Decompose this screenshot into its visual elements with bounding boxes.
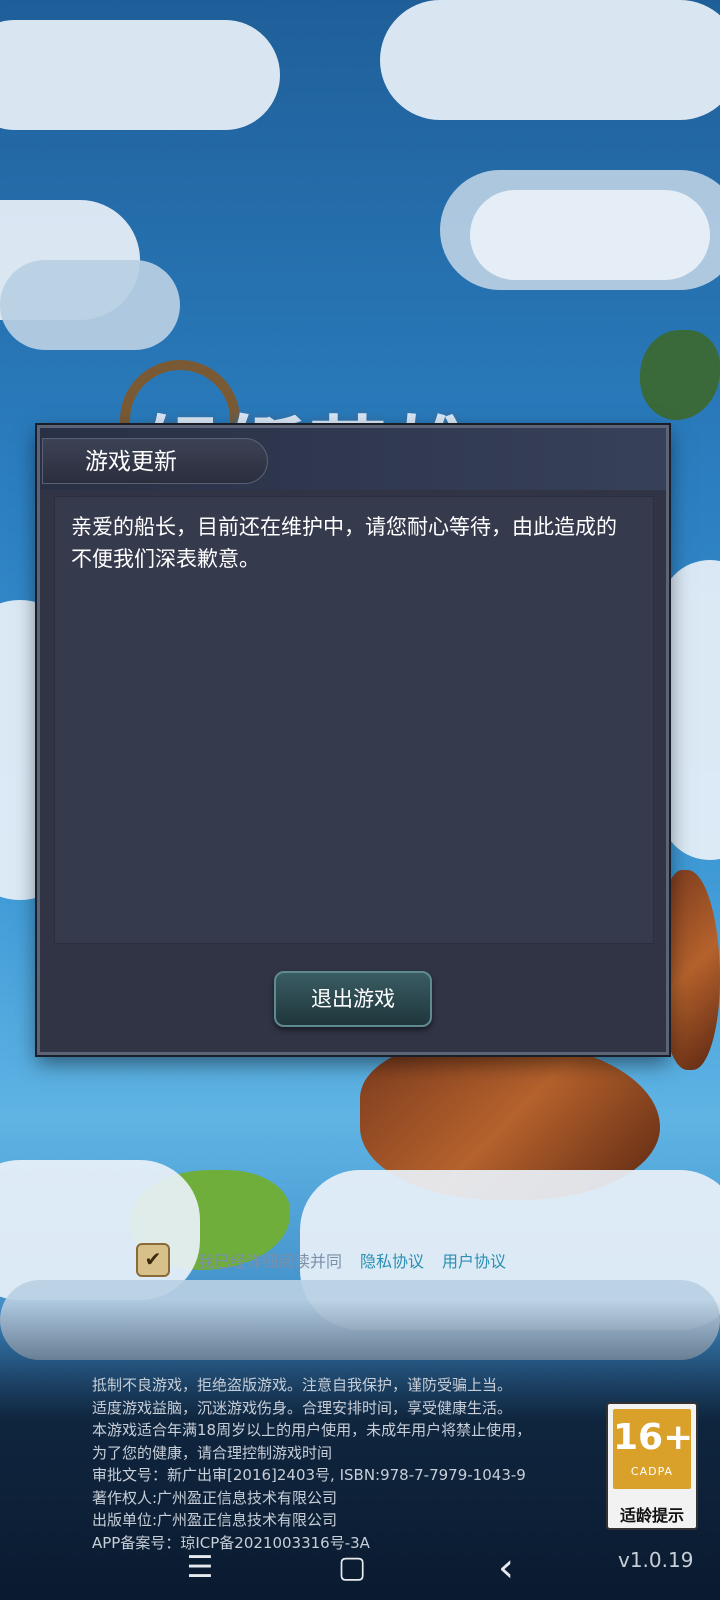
home-icon[interactable]: ▢ bbox=[332, 1548, 372, 1588]
footer-line: 审批文号：新广出审[2016]2403号, ISBN:978-7-7979-10… bbox=[92, 1466, 526, 1484]
dialog-body: 亲爱的船长，目前还在维护中，请您耐心等待，由此造成的不便我们深表歉意。 bbox=[54, 496, 654, 944]
footer-line: 本游戏适合年满18周岁以上的用户使用，未成年用户将禁止使用， bbox=[92, 1421, 532, 1439]
exit-game-button[interactable]: 退出游戏 bbox=[274, 971, 432, 1027]
age-rating-badge: 16+ CADPA 适龄提示 bbox=[606, 1402, 698, 1530]
agreement-row: ✔ 我已经详细阅读并同 隐私协议 用户协议 bbox=[136, 1240, 506, 1280]
age-rating-org: CADPA bbox=[630, 1465, 674, 1478]
footer-line: 为了您的健康，请合理控制游戏时间 bbox=[92, 1443, 333, 1462]
footer-line: 抵制不良游戏，拒绝盗版游戏。注意自我保护，谨防受骗上当。 bbox=[92, 1376, 513, 1394]
footer-line: 出版单位:广州盈正信息技术有限公司 bbox=[92, 1511, 338, 1529]
dialog-title: 游戏更新 bbox=[42, 438, 268, 484]
age-rating-number: 16+ bbox=[613, 1417, 694, 1458]
age-rating-panel: 16+ CADPA bbox=[613, 1409, 694, 1489]
footer-legal-text: 抵制不良游戏，拒绝盗版游戏。注意自我保护，谨防受骗上当。 适度游戏益脑，沉迷游戏… bbox=[92, 1374, 612, 1554]
footer-line: 著作权人:广州盈正信息技术有限公司 bbox=[92, 1488, 338, 1507]
age-rating-caption: 适龄提示 bbox=[619, 1506, 684, 1525]
agreement-text: 我已经详细阅读并同 bbox=[198, 1252, 343, 1271]
dialog-message: 亲爱的船长，目前还在维护中，请您耐心等待，由此造成的不便我们深表歉意。 bbox=[71, 515, 617, 571]
recent-apps-icon[interactable]: ☰ bbox=[180, 1548, 220, 1588]
user-agreement-link[interactable]: 用户协议 bbox=[442, 1248, 506, 1272]
system-nav-bar: ☰ ▢ ‹ bbox=[0, 1540, 720, 1600]
back-icon[interactable]: ‹ bbox=[486, 1548, 526, 1588]
update-dialog: 游戏更新 亲爱的船长，目前还在维护中，请您耐心等待，由此造成的不便我们深表歉意。… bbox=[37, 425, 669, 1055]
agreement-checkbox[interactable]: ✔ bbox=[136, 1243, 170, 1277]
privacy-policy-link[interactable]: 隐私协议 bbox=[360, 1248, 424, 1272]
footer-line: 适度游戏益脑，沉迷游戏伤身。合理安排时间，享受健康生活。 bbox=[92, 1398, 513, 1417]
